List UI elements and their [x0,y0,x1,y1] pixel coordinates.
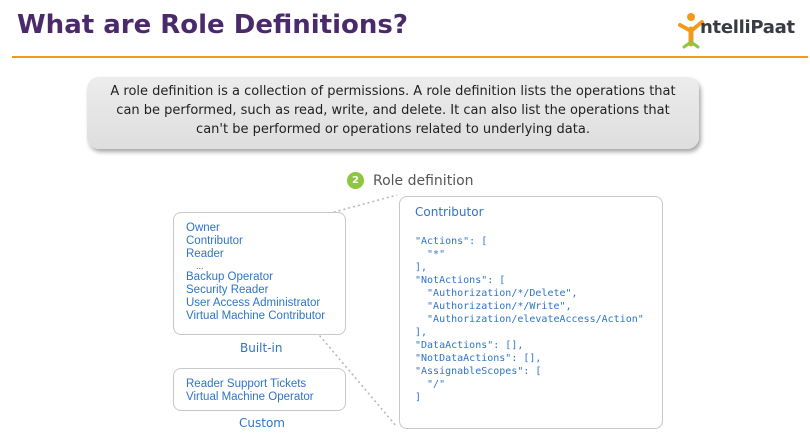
builtin-role-item[interactable]: Virtual Machine Contributor [186,310,325,323]
custom-roles-box: Reader Support Tickets Virtual Machine O… [173,368,346,411]
custom-role-item[interactable]: Reader Support Tickets [186,378,314,391]
builtin-role-item[interactable]: Contributor [186,235,325,248]
builtin-caption: Built-in [240,341,283,355]
role-definition-box: Contributor "Actions": [ "*" ], "NotActi… [399,196,663,429]
definition-json: "Actions": [ "*" ], "NotActions": [ "Aut… [415,236,644,403]
builtin-roles-box: Owner Contributor Reader ... Backup Oper… [173,212,346,335]
builtin-role-item[interactable]: Security Reader [186,284,325,297]
builtin-role-item[interactable]: Reader [186,248,325,261]
custom-role-item[interactable]: Virtual Machine Operator [186,391,314,404]
builtin-role-item[interactable]: Backup Operator [186,271,325,284]
custom-caption: Custom [239,416,285,430]
definition-title: Contributor [415,205,484,219]
builtin-role-item[interactable]: User Access Administrator [186,297,325,310]
builtin-role-item[interactable]: Owner [186,222,325,235]
builtin-role-ellipsis: ... [196,261,204,271]
